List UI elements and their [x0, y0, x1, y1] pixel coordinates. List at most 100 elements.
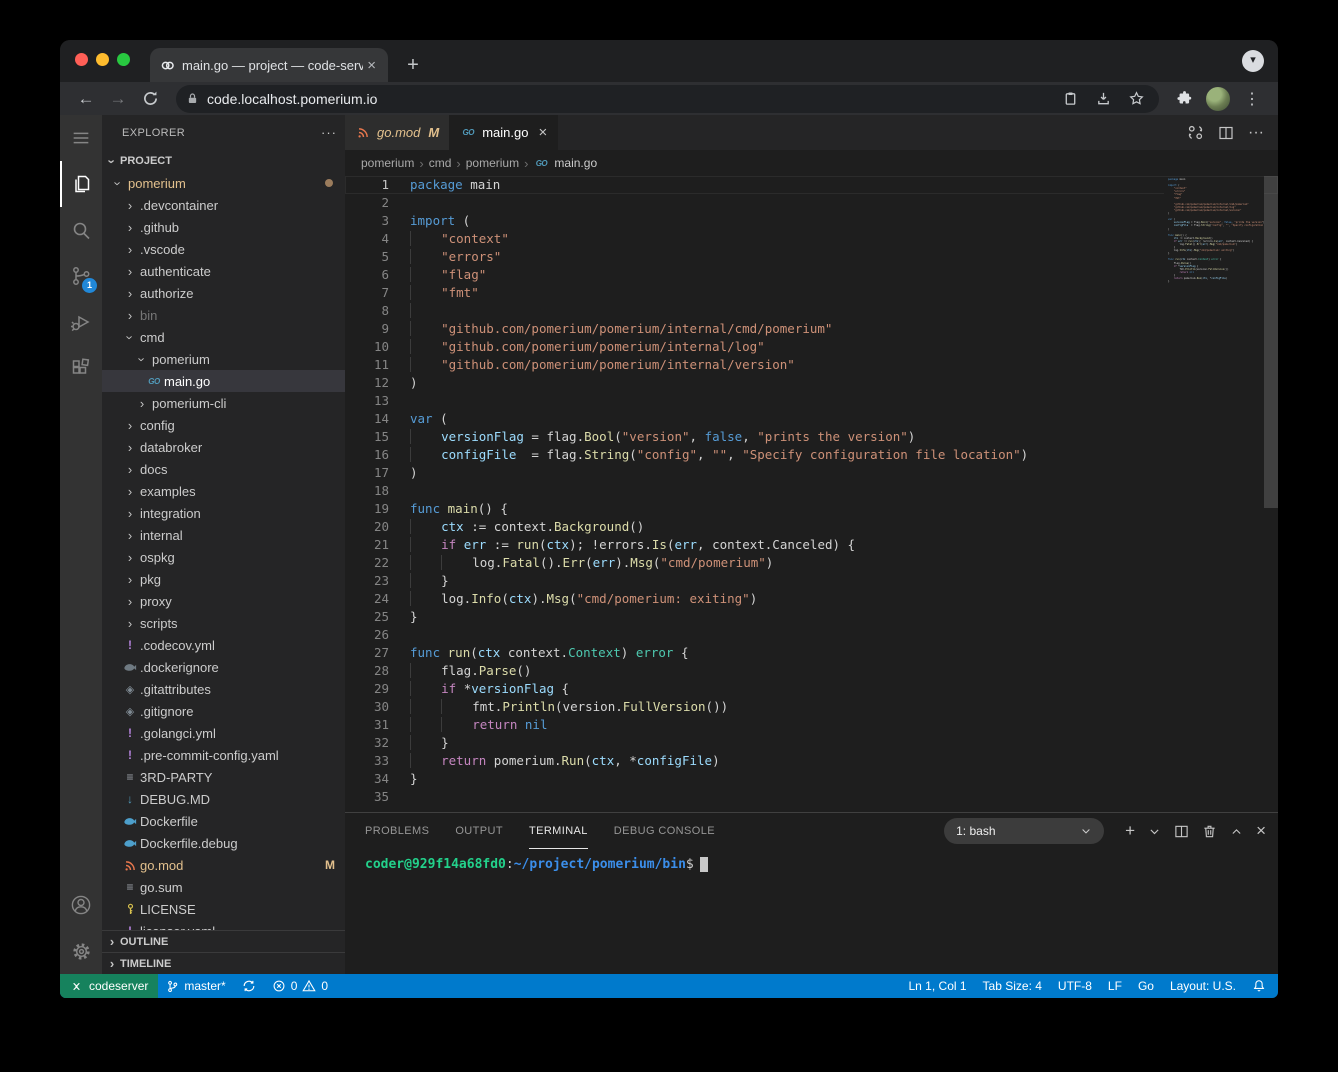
code-text[interactable]: return nil — [410, 716, 547, 734]
code-text[interactable]: versionFlag = flag.Bool("version", false… — [410, 428, 915, 446]
code-line-30[interactable]: 30 fmt.Println(version.FullVersion()) — [345, 698, 1278, 716]
activity-explorer[interactable] — [60, 161, 102, 207]
code-line-22[interactable]: 22 log.Fatal().Err(err).Msg("cmd/pomeriu… — [345, 554, 1278, 572]
line-number[interactable]: 34 — [345, 770, 389, 788]
code-text[interactable]: configFile = flag.String("config", "", "… — [410, 446, 1028, 464]
code-line-12[interactable]: 12) — [345, 374, 1278, 392]
tab-search-button[interactable]: ▾ — [1242, 50, 1264, 72]
line-number[interactable]: 6 — [345, 266, 389, 284]
code-text[interactable]: ) — [410, 464, 418, 482]
line-number[interactable]: 12 — [345, 374, 389, 392]
activity-extensions[interactable] — [60, 345, 102, 391]
split-terminal-icon[interactable] — [1174, 824, 1189, 839]
code-text[interactable]: } — [410, 770, 418, 788]
code-text[interactable]: package main — [410, 176, 500, 194]
line-number[interactable]: 18 — [345, 482, 389, 500]
code-line-5[interactable]: 5 "errors" — [345, 248, 1278, 266]
code-text[interactable]: "fmt" — [410, 284, 479, 302]
code-line-34[interactable]: 34} — [345, 770, 1278, 788]
line-number[interactable]: 8 — [345, 302, 389, 320]
tree-item-go.mod[interactable]: go.modM — [102, 854, 345, 876]
line-number[interactable]: 14 — [345, 410, 389, 428]
code-line-2[interactable]: 2 — [345, 194, 1278, 212]
explorer-actions-button[interactable]: ··· — [321, 125, 337, 140]
notifications-button[interactable] — [1244, 974, 1278, 998]
new-tab-button[interactable]: + — [400, 54, 426, 77]
remote-indicator[interactable]: codeserver — [60, 974, 158, 998]
code-text[interactable]: } — [410, 734, 449, 752]
code-line-7[interactable]: 7 "fmt" — [345, 284, 1278, 302]
tree-item-Dockerfile.debug[interactable]: Dockerfile.debug — [102, 832, 345, 854]
save-page-button[interactable] — [1091, 91, 1116, 106]
git-branch-status[interactable]: master* — [158, 974, 233, 998]
code-line-10[interactable]: 10 "github.com/pomerium/pomerium/interna… — [345, 338, 1278, 356]
tree-item-go.sum[interactable]: ≡go.sum — [102, 876, 345, 898]
forward-button[interactable]: → — [104, 85, 132, 113]
chevron-right-icon[interactable]: › — [134, 396, 150, 411]
tree-item-LICENSE[interactable]: LICENSE — [102, 898, 345, 920]
tree-item-.golangci.yml[interactable]: !.golangci.yml — [102, 722, 345, 744]
code-text[interactable]: import ( — [410, 212, 470, 230]
copy-url-button[interactable] — [1058, 91, 1083, 106]
bookmark-button[interactable] — [1124, 91, 1149, 106]
section-project[interactable]: › PROJECT — [102, 150, 345, 172]
code-text[interactable]: "context" — [410, 230, 509, 248]
line-number[interactable]: 5 — [345, 248, 389, 266]
zoom-window-button[interactable] — [117, 53, 130, 66]
tree-item-.pre-commit-config.yaml[interactable]: !.pre-commit-config.yaml — [102, 744, 345, 766]
code-text[interactable] — [410, 302, 441, 320]
launch-profile-chevron-icon[interactable] — [1148, 825, 1161, 838]
chevron-right-icon[interactable]: › — [122, 528, 138, 543]
chevron-right-icon[interactable]: › — [122, 264, 138, 279]
address-bar[interactable]: code.localhost.pomerium.io — [176, 85, 1159, 113]
breadcrumb-item[interactable]: main.go — [554, 156, 597, 170]
code-line-19[interactable]: 19func main() { — [345, 500, 1278, 518]
code-text[interactable]: "errors" — [410, 248, 501, 266]
code-line-15[interactable]: 15 versionFlag = flag.Bool("version", fa… — [345, 428, 1278, 446]
chevron-right-icon[interactable]: › — [122, 440, 138, 455]
tree-item-licenser.yaml[interactable]: !licenser.yaml — [102, 920, 345, 930]
tree-item-pomerium[interactable]: ›pomerium — [102, 172, 345, 194]
line-number[interactable]: 27 — [345, 644, 389, 662]
code-line-24[interactable]: 24 log.Info(ctx).Msg("cmd/pomerium: exit… — [345, 590, 1278, 608]
line-number[interactable]: 29 — [345, 680, 389, 698]
maximize-panel-chevron-icon[interactable] — [1230, 825, 1243, 838]
code-text[interactable]: "flag" — [410, 266, 486, 284]
editor-tab-main-go[interactable]: GO main.go × — [450, 115, 558, 150]
code-text[interactable]: func run(ctx context.Context) error { — [410, 644, 689, 662]
code-text[interactable]: if *versionFlag { — [410, 680, 569, 698]
chevron-right-icon[interactable]: › — [122, 286, 138, 301]
chevron-down-icon[interactable]: › — [123, 329, 138, 345]
section-outline[interactable]: › OUTLINE — [102, 930, 345, 952]
tree-item-proxy[interactable]: ›proxy — [102, 590, 345, 612]
code-line-16[interactable]: 16 configFile = flag.String("config", ""… — [345, 446, 1278, 464]
chevron-right-icon[interactable]: › — [122, 594, 138, 609]
close-panel-icon[interactable]: × — [1256, 821, 1266, 841]
line-number[interactable]: 4 — [345, 230, 389, 248]
chevron-down-icon[interactable]: › — [135, 351, 150, 367]
code-editor[interactable]: 1package main23import (4 "context"5 "err… — [345, 176, 1278, 812]
terminal-shell-select[interactable]: 1: bash — [944, 818, 1104, 844]
status-language-mode[interactable]: Go — [1130, 974, 1162, 998]
code-line-25[interactable]: 25} — [345, 608, 1278, 626]
code-text[interactable]: var ( — [410, 410, 448, 428]
line-number[interactable]: 3 — [345, 212, 389, 230]
chevron-right-icon[interactable]: › — [122, 418, 138, 433]
line-number[interactable]: 22 — [345, 554, 389, 572]
chevron-right-icon[interactable]: › — [122, 242, 138, 257]
line-number[interactable]: 28 — [345, 662, 389, 680]
code-line-4[interactable]: 4 "context" — [345, 230, 1278, 248]
line-number[interactable]: 13 — [345, 392, 389, 410]
tab-close-icon[interactable]: × — [363, 57, 380, 74]
tree-item-.github[interactable]: ›.github — [102, 216, 345, 238]
panel-tab-output[interactable]: OUTPUT — [455, 813, 503, 849]
line-number[interactable]: 20 — [345, 518, 389, 536]
new-terminal-button[interactable]: + — [1125, 821, 1135, 841]
line-number[interactable]: 32 — [345, 734, 389, 752]
tree-item-cmd[interactable]: ›cmd — [102, 326, 345, 348]
status-indentation[interactable]: Tab Size: 4 — [975, 974, 1050, 998]
back-button[interactable]: ← — [72, 85, 100, 113]
line-number[interactable]: 17 — [345, 464, 389, 482]
tree-item-config[interactable]: ›config — [102, 414, 345, 436]
code-line-35[interactable]: 35 — [345, 788, 1278, 806]
